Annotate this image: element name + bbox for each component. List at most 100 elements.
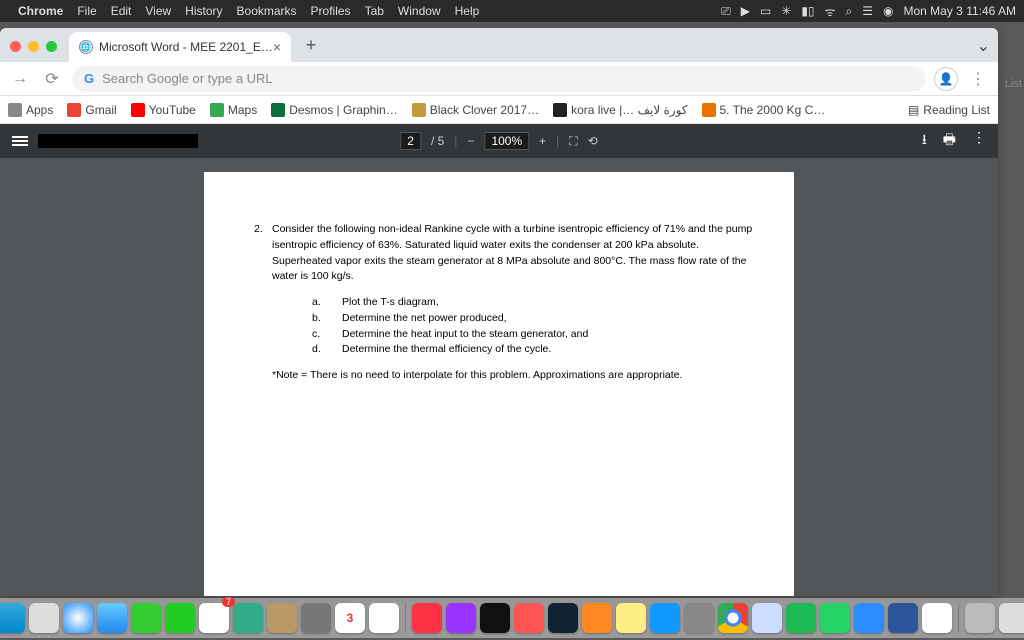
profile-button[interactable]: 👤	[934, 67, 958, 91]
dock-facetime[interactable]	[165, 603, 195, 633]
problem-number: 2.	[254, 222, 272, 384]
dock-app4[interactable]	[922, 603, 952, 633]
chrome-toolbar: → ⟳ G Search Google or type a URL 👤 ⋮	[0, 62, 998, 96]
dock-photos[interactable]: 7	[199, 603, 229, 633]
dock-whatsapp[interactable]	[820, 603, 850, 633]
bookmark-kora[interactable]: kora live |… كورة لايف	[553, 103, 687, 117]
dock-mail[interactable]	[97, 603, 127, 633]
dock-calendar[interactable]: 3	[335, 603, 365, 633]
pdf-content-area[interactable]: 2. Consider the following non-ideal Rank…	[0, 158, 998, 596]
print-button[interactable]: 🖶	[943, 129, 956, 153]
play-icon[interactable]: ▶	[741, 4, 750, 18]
mac-menubar: Chrome File Edit View History Bookmarks …	[0, 0, 1024, 22]
pdf-more-button[interactable]: ⋮	[972, 129, 986, 153]
app-menu[interactable]: Chrome	[18, 4, 63, 18]
dock-safari[interactable]	[63, 603, 93, 633]
page-input[interactable]: 2	[400, 132, 421, 150]
clock[interactable]: Mon May 3 11:46 AM	[904, 4, 1017, 18]
menu-edit[interactable]: Edit	[111, 4, 132, 18]
bookmark-gmail[interactable]: Gmail	[67, 103, 116, 117]
chrome-chevron-icon[interactable]: ⌄	[977, 36, 990, 56]
dock-podcasts[interactable]	[446, 603, 476, 633]
sub-a-text: Plot the T-s diagram,	[342, 295, 439, 311]
download-button[interactable]: ⭳	[922, 129, 927, 153]
siri-icon[interactable]: ◉	[883, 4, 893, 18]
menu-file[interactable]: File	[77, 4, 96, 18]
reload-button[interactable]: ⟳	[40, 69, 64, 89]
apps-button[interactable]: Apps	[8, 103, 53, 117]
tab-favicon: 🌐	[79, 40, 93, 54]
right-panel-hint: List	[1005, 78, 1022, 90]
dock-word[interactable]	[888, 603, 918, 633]
dock-news[interactable]	[514, 603, 544, 633]
battery-icon[interactable]: ▮▯	[801, 4, 814, 18]
dock-settings[interactable]	[684, 603, 714, 633]
dock-preview[interactable]	[233, 603, 263, 633]
dock-stocks[interactable]	[548, 603, 578, 633]
sub-c-label: c.	[312, 327, 342, 343]
menu-bookmarks[interactable]: Bookmarks	[237, 4, 297, 18]
fit-page-button[interactable]: ⛶	[569, 134, 577, 149]
zoom-input[interactable]: 100%	[484, 132, 529, 150]
dock-app2[interactable]	[301, 603, 331, 633]
sub-c-text: Determine the heat input to the steam ge…	[342, 327, 588, 343]
sub-a-label: a.	[312, 295, 342, 311]
menu-profiles[interactable]: Profiles	[311, 4, 351, 18]
menu-history[interactable]: History	[185, 4, 222, 18]
dock-app1[interactable]	[267, 603, 297, 633]
dock-launchpad[interactable]	[29, 603, 59, 633]
bookmark-youtube[interactable]: YouTube	[131, 103, 196, 117]
menu-help[interactable]: Help	[455, 4, 480, 18]
menu-tab[interactable]: Tab	[365, 4, 384, 18]
bookmark-blackclover[interactable]: Black Clover 2017…	[412, 103, 539, 117]
pdf-sidebar-toggle[interactable]	[12, 136, 28, 146]
back-button[interactable]: →	[8, 70, 32, 88]
new-tab-button[interactable]: +	[299, 35, 323, 56]
rotate-button[interactable]: ⟲	[588, 134, 598, 148]
bookmarks-bar: Apps Gmail YouTube Maps Desmos | Graphin…	[0, 96, 998, 124]
dock-notes[interactable]	[616, 603, 646, 633]
menu-view[interactable]: View	[145, 4, 171, 18]
dock-messages[interactable]	[131, 603, 161, 633]
dock-tv[interactable]	[480, 603, 510, 633]
omnibox[interactable]: G Search Google or type a URL	[72, 66, 926, 92]
chrome-menu-button[interactable]: ⋮	[966, 69, 990, 89]
bluetooth-icon[interactable]: ✳	[781, 4, 791, 18]
dock-books[interactable]	[582, 603, 612, 633]
dock-trash[interactable]	[999, 603, 1024, 633]
chrome-window: 🌐 Microsoft Word - MEE 2201_E… × + ⌄ → ⟳…	[0, 28, 998, 596]
bookmark-desmos[interactable]: Desmos | Graphin…	[271, 103, 398, 117]
dock-spotify[interactable]	[786, 603, 816, 633]
dock-appstore[interactable]	[650, 603, 680, 633]
page-total: / 5	[431, 134, 444, 148]
menu-window[interactable]: Window	[398, 4, 441, 18]
maximize-window-button[interactable]	[46, 41, 57, 52]
sub-b-text: Determine the net power produced,	[342, 311, 507, 327]
zoom-out-button[interactable]: −	[467, 134, 474, 148]
dock-zoom[interactable]	[854, 603, 884, 633]
zoom-in-button[interactable]: +	[539, 134, 546, 148]
reading-list-button[interactable]: ▤ Reading List	[908, 103, 990, 117]
problem-note: *Note = There is no need to interpolate …	[272, 368, 759, 384]
close-window-button[interactable]	[10, 41, 21, 52]
pdf-filename-redacted	[38, 134, 198, 148]
dock-music[interactable]	[412, 603, 442, 633]
window-controls	[10, 41, 57, 52]
search-icon[interactable]: ⌕	[846, 4, 853, 19]
problem-text: Consider the following non-ideal Rankine…	[272, 222, 759, 285]
minimize-window-button[interactable]	[28, 41, 39, 52]
screencast-icon[interactable]: ⎚	[721, 4, 731, 19]
dock-reminders[interactable]	[369, 603, 399, 633]
dock-downloads[interactable]	[965, 603, 995, 633]
display-icon[interactable]: ▭	[760, 4, 771, 18]
dock-finder[interactable]	[0, 603, 25, 633]
close-tab-icon[interactable]: ×	[273, 39, 281, 55]
bookmark-maps[interactable]: Maps	[210, 103, 257, 117]
bookmark-chegg[interactable]: 5. The 2000 Kg C…	[702, 103, 826, 117]
dock-app3[interactable]	[752, 603, 782, 633]
browser-tab[interactable]: 🌐 Microsoft Word - MEE 2201_E… ×	[69, 32, 291, 62]
wifi-icon[interactable]: ᯤ	[825, 3, 836, 20]
control-center-icon[interactable]: ☰	[862, 4, 873, 18]
dock-chrome[interactable]	[718, 603, 748, 633]
tab-title: Microsoft Word - MEE 2201_E…	[99, 40, 273, 54]
